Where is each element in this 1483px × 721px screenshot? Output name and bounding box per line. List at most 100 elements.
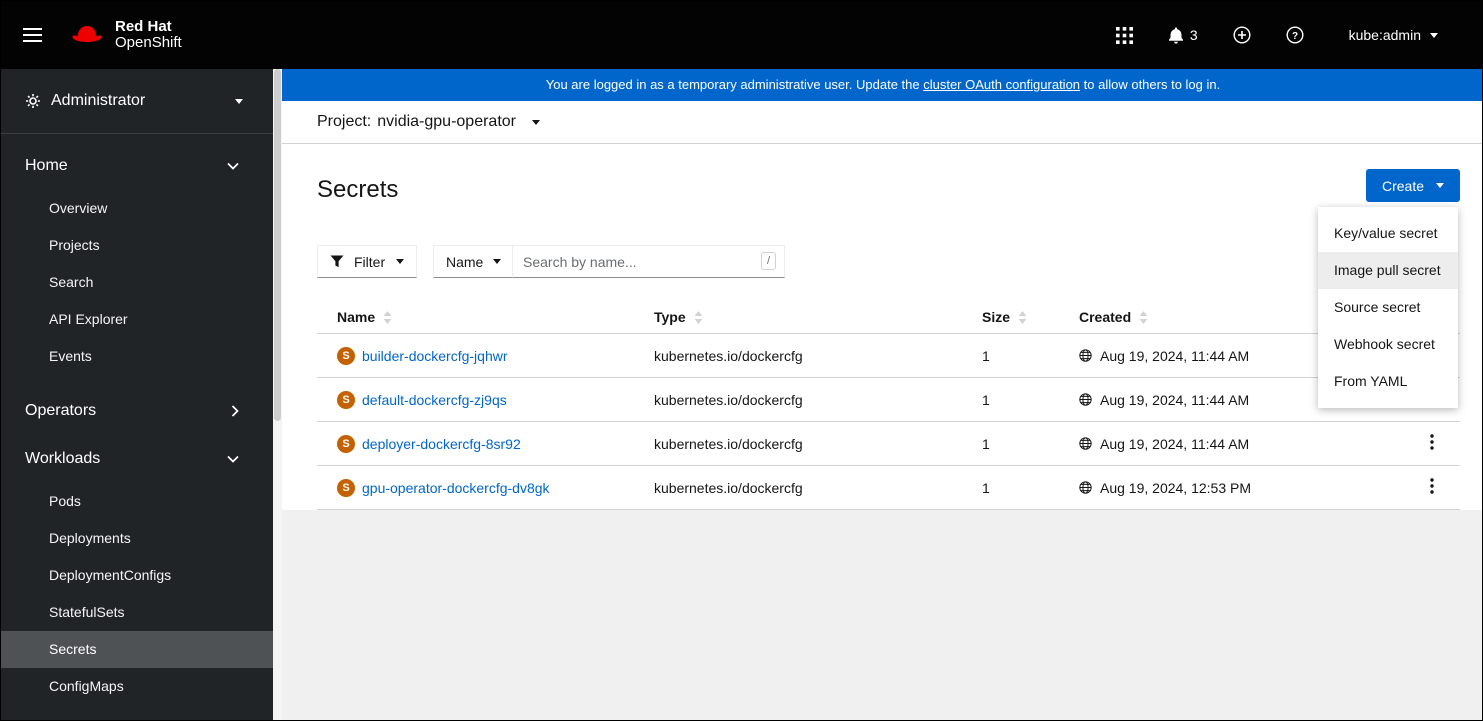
sort-icon xyxy=(383,310,392,324)
sidebar-item-search[interactable]: Search xyxy=(1,264,273,301)
search-attribute-dropdown[interactable]: Name xyxy=(433,245,513,278)
sidebar-section-label: Workloads xyxy=(25,450,101,467)
size-cell: 1 xyxy=(982,435,990,452)
kebab-menu-button[interactable] xyxy=(1422,474,1442,501)
sidebar-section-workloads[interactable]: Workloads xyxy=(1,435,273,483)
filter-dropdown[interactable]: Filter xyxy=(317,245,417,278)
sidebar-item-overview[interactable]: Overview xyxy=(1,190,273,227)
sort-icon xyxy=(1139,310,1148,324)
column-header-name[interactable]: Name xyxy=(317,301,634,333)
search-group: Name / xyxy=(433,245,785,278)
title-row: Secrets Create xyxy=(282,144,1482,206)
user-menu[interactable]: kube:admin xyxy=(1349,27,1438,43)
secrets-table: Name Type Size Created Sbuilder-dockercfg-j… xyxy=(317,301,1460,510)
notification-bell-button[interactable]: 3 xyxy=(1166,25,1200,46)
sidebar-scrollbar xyxy=(273,69,282,720)
create-menu-item-key-value-secret[interactable]: Key/value secret xyxy=(1318,215,1458,252)
chevron-right-icon xyxy=(231,405,239,417)
help-button[interactable]: ? xyxy=(1284,24,1306,46)
chevron-down-icon xyxy=(227,455,239,463)
column-header-size[interactable]: Size xyxy=(962,301,1059,333)
size-cell: 1 xyxy=(982,391,990,408)
sidebar-item-secrets[interactable]: Secrets xyxy=(1,631,273,668)
brand-product: OpenShift xyxy=(115,34,182,51)
created-timestamp: Aug 19, 2024, 12:53 PM xyxy=(1100,479,1251,496)
sidebar-section-label: Home xyxy=(25,157,68,174)
sidebar-nav: Administrator Home Overview Projects Search… xyxy=(1,69,273,720)
sidebar-section-items: Pods Deployments DeploymentConfigs Stateful… xyxy=(1,483,273,717)
sidebar-item-events[interactable]: Events xyxy=(1,338,273,375)
page-title: Secrets xyxy=(317,176,399,203)
secret-link[interactable]: builder-dockercfg-jqhwr xyxy=(362,348,508,364)
sidebar-item-projects[interactable]: Projects xyxy=(1,227,273,264)
sidebar-item-configmaps[interactable]: ConfigMaps xyxy=(1,668,273,705)
create-menu-item-webhook-secret[interactable]: Webhook secret xyxy=(1318,326,1458,363)
created-timestamp: Aug 19, 2024, 11:44 AM xyxy=(1100,435,1250,452)
perspective-switcher[interactable]: Administrator xyxy=(1,69,273,134)
name-cell: Sbuilder-dockercfg-jqhwr xyxy=(317,334,634,377)
perspective-label: Administrator xyxy=(51,92,146,109)
column-header-type[interactable]: Type xyxy=(634,301,962,333)
search-attribute-label: Name xyxy=(446,253,484,270)
chevron-down-icon xyxy=(227,162,239,170)
chevron-down-icon xyxy=(1430,32,1438,38)
masthead: Red Hat OpenShift 3 ? kube:admin xyxy=(1,1,1482,69)
app-launcher-button[interactable] xyxy=(1114,25,1135,46)
sidebar-item-statefulsets[interactable]: StatefulSets xyxy=(1,594,273,631)
name-cell: Sgpu-operator-dockercfg-dv8gk xyxy=(317,466,634,509)
type-cell: kubernetes.io/dockercfg xyxy=(654,479,803,496)
name-cell: Sdeployer-dockercfg-8sr92 xyxy=(317,422,634,465)
redhat-openshift-logo: Red Hat OpenShift xyxy=(68,19,182,51)
type-cell: kubernetes.io/dockercfg xyxy=(654,435,803,452)
scrollbar-thumb[interactable] xyxy=(274,69,281,421)
create-menu-item-source-secret[interactable]: Source secret xyxy=(1318,289,1458,326)
create-button[interactable]: Create xyxy=(1365,169,1460,202)
sidebar-section-label: Operators xyxy=(25,402,97,419)
kebab-menu-button[interactable] xyxy=(1422,430,1442,457)
actions-cell xyxy=(1404,422,1460,465)
banner-text-before: You are logged in as a temporary adminis… xyxy=(545,77,924,92)
create-menu-item-image-pull-secret[interactable]: Image pull secret xyxy=(1318,252,1458,289)
sidebar-item-api-explorer[interactable]: API Explorer xyxy=(1,301,273,338)
sidebar-section-operators[interactable]: Operators xyxy=(1,387,273,435)
sidebar-section-home[interactable]: Home xyxy=(1,142,273,190)
project-bar: Project: nvidia-gpu-operator xyxy=(282,101,1482,144)
search-input[interactable] xyxy=(512,245,785,278)
name-cell: Sdefault-dockercfg-zj9qs xyxy=(317,378,634,421)
created-cell: Aug 19, 2024, 12:53 PM xyxy=(1059,466,1404,509)
created-cell: Aug 19, 2024, 11:44 AM xyxy=(1059,422,1404,465)
table-row: Sdeployer-dockercfg-8sr92 kubernetes.io/d… xyxy=(317,422,1460,466)
openshift-console: Red Hat OpenShift 3 ? kube:admin Adminis… xyxy=(0,0,1483,721)
created-timestamp: Aug 19, 2024, 11:44 AM xyxy=(1100,391,1250,408)
kebab-icon xyxy=(1430,434,1434,450)
globe-icon xyxy=(1079,349,1092,362)
search-shortcut-hint: / xyxy=(760,252,776,270)
chevron-down-icon xyxy=(532,119,540,125)
secret-link[interactable]: default-dockercfg-zj9qs xyxy=(362,392,507,408)
create-menu-item-from-yaml[interactable]: From YAML xyxy=(1318,363,1458,400)
filter-icon xyxy=(330,255,344,268)
project-label: Project: xyxy=(317,113,372,130)
add-button[interactable] xyxy=(1231,24,1253,46)
nav-sections: Home Overview Projects Search API Explorer Ev… xyxy=(1,134,273,717)
table-body: Sbuilder-dockercfg-jqhwr kubernetes.io/do… xyxy=(317,334,1460,510)
sidebar-item-pods[interactable]: Pods xyxy=(1,483,273,520)
banner-text-after: to allow others to log in. xyxy=(1080,77,1221,92)
project-selector[interactable]: Project: nvidia-gpu-operator xyxy=(317,113,540,131)
type-cell: kubernetes.io/dockercfg xyxy=(654,347,803,364)
sidebar-section-items: Overview Projects Search API Explorer Events xyxy=(1,190,273,387)
column-label: Name xyxy=(337,309,376,325)
secret-link[interactable]: deployer-dockercfg-8sr92 xyxy=(362,436,521,452)
secret-link[interactable]: gpu-operator-dockercfg-dv8gk xyxy=(362,480,550,496)
bell-icon xyxy=(1168,27,1183,44)
sidebar-item-deploymentconfigs[interactable]: DeploymentConfigs xyxy=(1,557,273,594)
nav-toggle-button[interactable] xyxy=(19,18,46,52)
created-timestamp: Aug 19, 2024, 11:44 AM xyxy=(1100,347,1250,364)
oauth-config-link[interactable]: cluster OAuth configuration xyxy=(923,77,1080,92)
sidebar-item-deployments[interactable]: Deployments xyxy=(1,520,273,557)
globe-icon xyxy=(1079,437,1092,450)
secrets-list-page: Secrets Create Filter Name Search by nam… xyxy=(282,144,1482,510)
notification-count: 3 xyxy=(1189,27,1198,43)
secret-icon: S xyxy=(337,434,355,453)
secret-icon: S xyxy=(337,390,355,409)
